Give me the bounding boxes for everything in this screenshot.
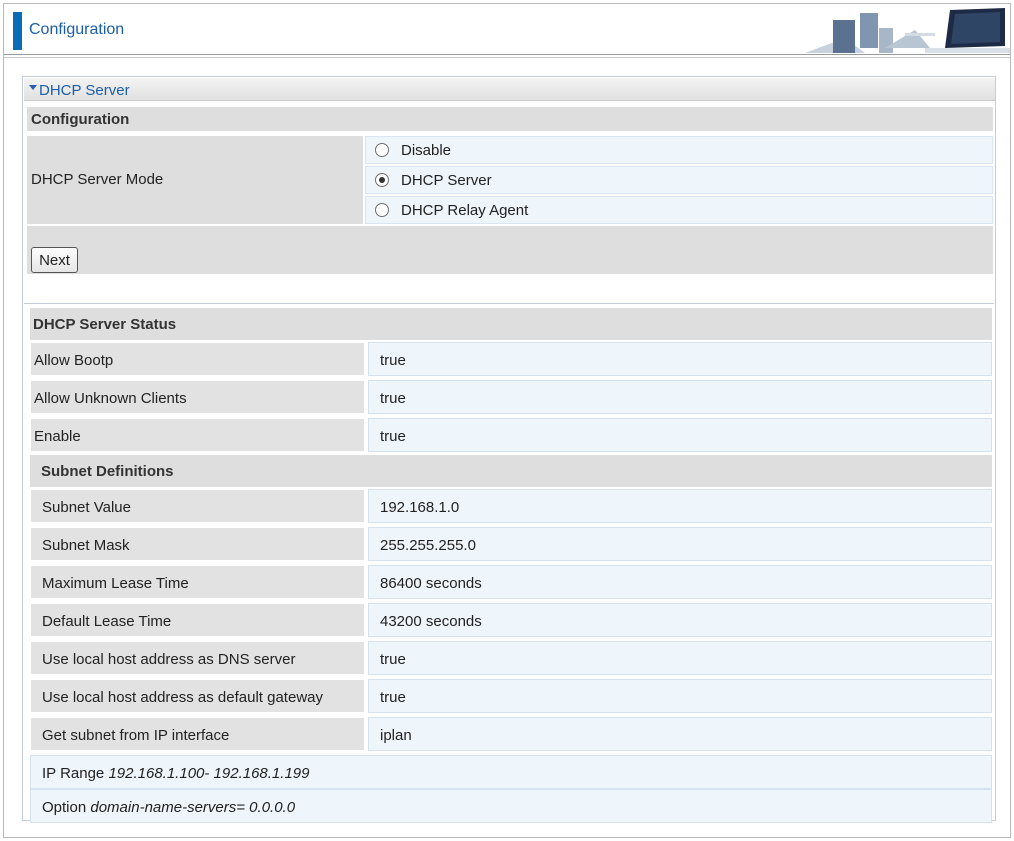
mode-option-label: DHCP Relay Agent (401, 202, 529, 219)
option-label: Option (42, 799, 87, 816)
subnet-row-label: Get subnet from IP interface (30, 717, 365, 751)
collapse-arrow-icon[interactable] (29, 85, 37, 90)
subnet-row-label: Default Lease Time (30, 603, 365, 637)
subnet-row-value: 86400 seconds (368, 565, 992, 599)
status-row-value: true (368, 380, 992, 414)
dhcp-server-panel: DHCP Server Configuration DHCP Server Mo… (22, 76, 996, 823)
next-button-row: Next (27, 226, 993, 274)
mode-option-disable[interactable]: Disable (365, 136, 993, 164)
ip-range-row: IP Range 192.168.1.100- 192.168.1.199 (30, 755, 992, 789)
page-header: Configuration (4, 4, 1010, 58)
subnet-row-value: true (368, 641, 992, 675)
subnet-definitions-title: Subnet Definitions (30, 455, 992, 487)
status-row-label: Allow Bootp (30, 342, 365, 376)
subnet-row-value: 192.168.1.0 (368, 489, 992, 523)
mode-option-label: Disable (401, 142, 452, 159)
mode-option-label: DHCP Server (401, 172, 492, 189)
status-row-label: Allow Unknown Clients (30, 380, 365, 414)
status-section-title: DHCP Server Status (30, 308, 992, 340)
dhcp-server-mode-label: DHCP Server Mode (27, 136, 363, 224)
subnet-row-label: Use local host address as default gatewa… (30, 679, 365, 713)
status-row-label: Enable (30, 418, 365, 452)
header-divider-secondary (4, 57, 1010, 58)
option-row: Option domain-name-servers= 0.0.0.0 (30, 789, 992, 823)
disable-radio[interactable] (375, 143, 389, 157)
ip-range-label: IP Range (42, 765, 105, 782)
mode-option-dhcp-server[interactable]: DHCP Server (365, 166, 993, 194)
subnet-row-value: true (368, 679, 992, 713)
subnet-row-label: Maximum Lease Time (30, 565, 365, 599)
panel-title: DHCP Server (39, 82, 130, 99)
subnet-row-value: 255.255.255.0 (368, 527, 992, 561)
subnet-row-value: iplan (368, 717, 992, 751)
subnet-row-value: 43200 seconds (368, 603, 992, 637)
status-row-value: true (368, 342, 992, 376)
mode-option-relay-agent[interactable]: DHCP Relay Agent (365, 196, 993, 224)
option-value: domain-name-servers= 0.0.0.0 (90, 799, 296, 816)
subnet-row-label: Subnet Mask (30, 527, 365, 561)
header-accent-bar (13, 12, 22, 50)
subnet-row-label: Subnet Value (30, 489, 365, 523)
status-row-value: true (368, 418, 992, 452)
dhcp-server-status-box: DHCP Server Status Allow Bootp true Allo… (24, 303, 994, 823)
dhcp-server-radio[interactable] (375, 173, 389, 187)
relay-agent-radio[interactable] (375, 203, 389, 217)
page-frame: Configuration DHCP Server Configuration … (3, 3, 1011, 838)
panel-header[interactable]: DHCP Server (24, 78, 995, 101)
ip-range-value: 192.168.1.100- 192.168.1.199 (108, 765, 310, 782)
configuration-section-title: Configuration (27, 107, 993, 131)
header-banner-icon (805, 8, 1010, 53)
next-button[interactable]: Next (31, 247, 78, 273)
subnet-row-label: Use local host address as DNS server (30, 641, 365, 675)
page-title: Configuration (29, 21, 125, 38)
header-divider (4, 54, 1010, 55)
